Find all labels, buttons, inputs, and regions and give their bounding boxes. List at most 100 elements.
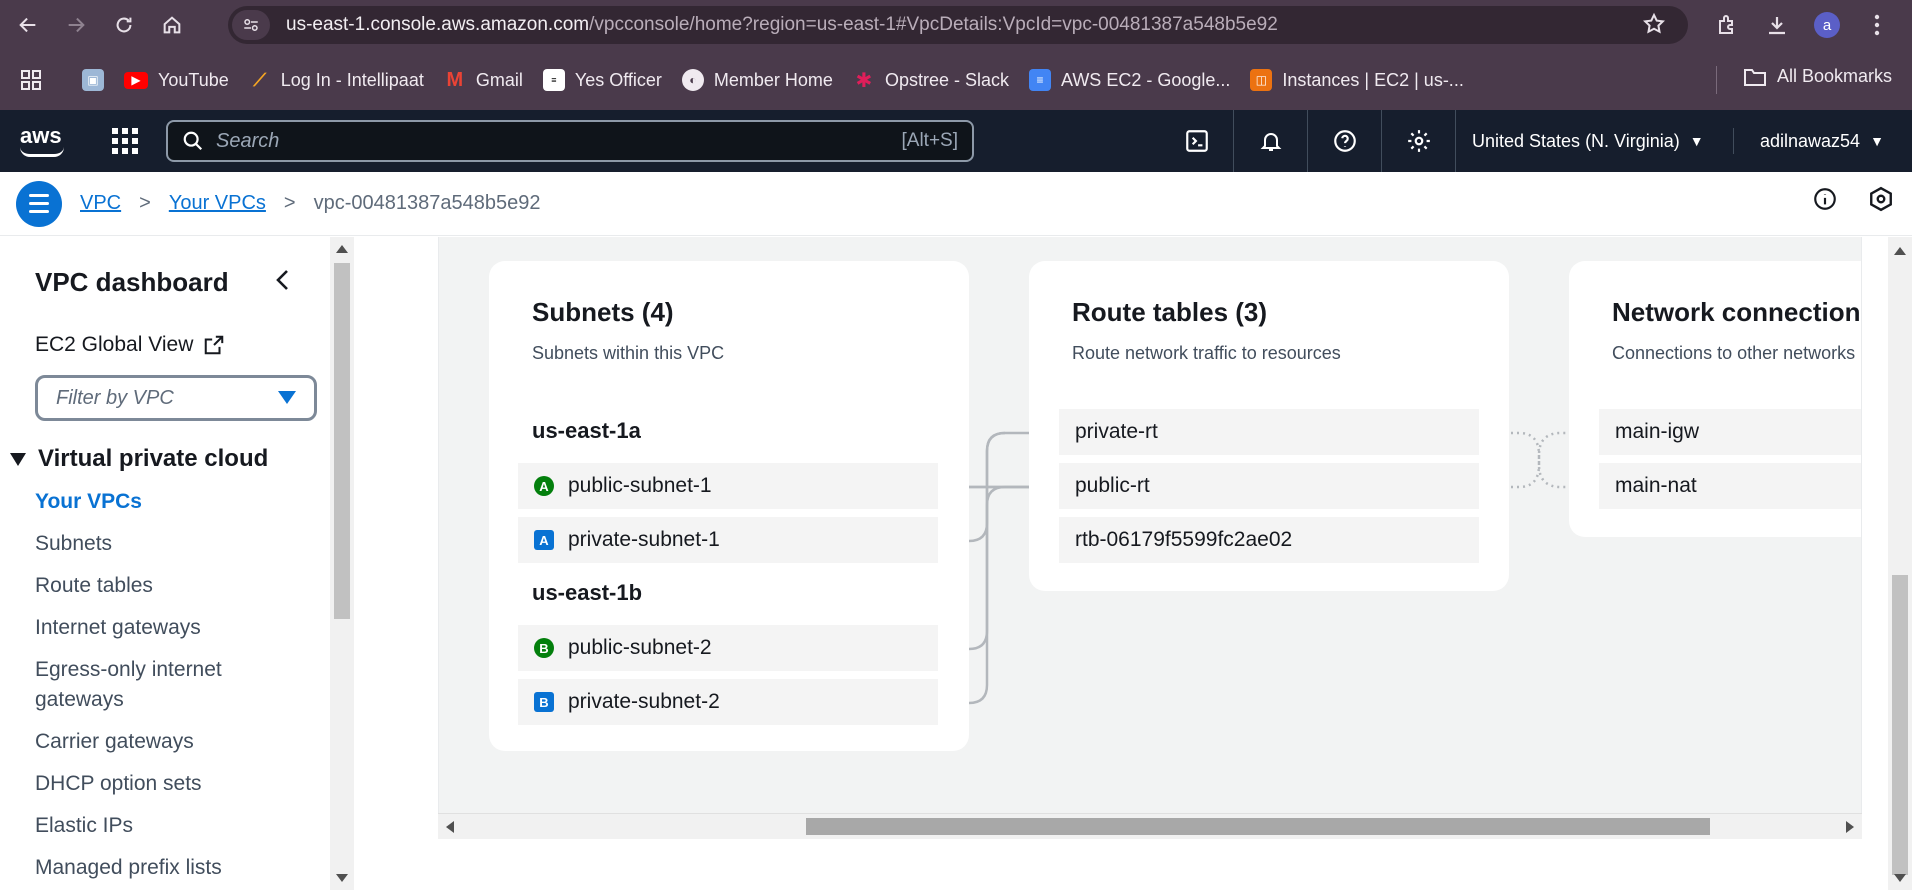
services-grid-icon[interactable]: [110, 126, 140, 156]
breadcrumb-vpc[interactable]: VPC: [80, 192, 121, 215]
help-icon[interactable]: [1308, 110, 1382, 172]
cloudshell-icon[interactable]: [1160, 110, 1234, 172]
filter-by-vpc-select[interactable]: Filter by VPC: [35, 375, 317, 421]
sidebar-item-route-tables[interactable]: Route tables: [35, 571, 305, 601]
bookmark-instances[interactable]: ◫ Instances | EC2 | us-...: [1250, 69, 1464, 91]
sidebar-item-egress-only-gateways[interactable]: Egress-only internet gateways: [35, 655, 305, 715]
bookmark-yes-officer[interactable]: ≡ Yes Officer: [542, 69, 662, 91]
youtube-icon: ▶: [124, 71, 148, 89]
network-connections-card: Network connection Connections to other …: [1569, 261, 1861, 537]
all-bookmarks[interactable]: All Bookmarks: [1743, 66, 1892, 87]
resource-map-horizontal-scrollbar[interactable]: [438, 813, 1862, 839]
side-navigation: VPC dashboard EC2 Global View Filter by …: [0, 237, 330, 890]
bookmark-member-home[interactable]: ◐ Member Home: [681, 69, 833, 91]
forward-icon[interactable]: [56, 5, 96, 45]
apps-icon[interactable]: [20, 69, 42, 91]
extensions-icon[interactable]: [1706, 4, 1748, 46]
sidebar-item-elastic-ips[interactable]: Elastic IPs: [35, 811, 305, 841]
caret-down-icon: ▼: [1870, 133, 1884, 149]
browser-menu-icon[interactable]: [1856, 4, 1898, 46]
slack-icon: ✱: [855, 69, 873, 92]
back-icon[interactable]: [8, 5, 48, 45]
subnets-subtitle: Subnets within this VPC: [532, 343, 725, 363]
network-connections-title: Network connection: [1612, 297, 1861, 327]
az-label-us-east-1b: us-east-1b: [532, 580, 643, 605]
route-table-row-public-rt[interactable]: public-rt: [1059, 463, 1479, 509]
bookmark-aws-ec2-doc[interactable]: ≡ AWS EC2 - Google...: [1028, 69, 1230, 91]
bookmark-slack[interactable]: ✱ Opstree - Slack: [853, 69, 1009, 92]
site-info-icon[interactable]: [232, 10, 270, 40]
aws-logo[interactable]: aws: [18, 123, 66, 159]
sidebar-scrollbar[interactable]: [330, 237, 354, 890]
connection-row-main-nat[interactable]: main-nat: [1599, 463, 1861, 509]
scrollbar-thumb[interactable]: [334, 263, 350, 619]
external-link-icon: [205, 335, 224, 355]
scroll-up-arrow-icon[interactable]: [336, 245, 348, 253]
aws-smile-icon: [20, 147, 64, 157]
yes-officer-icon: ≡: [542, 69, 565, 91]
search-placeholder: Search: [216, 129, 280, 152]
intellipaat-icon: ⟋: [253, 69, 267, 90]
sidebar-item-internet-gateways[interactable]: Internet gateways: [35, 613, 305, 643]
search-input[interactable]: Search [Alt+S]: [166, 120, 974, 162]
chevron-right-icon: >: [139, 192, 151, 214]
profile-avatar[interactable]: a: [1806, 4, 1848, 46]
public-subnet-badge: B: [534, 638, 554, 658]
account-menu[interactable]: adilnawaz54 ▼: [1760, 110, 1884, 172]
info-icon[interactable]: [1812, 186, 1838, 217]
chevron-right-icon: >: [283, 192, 296, 214]
collapse-sidebar-icon[interactable]: [272, 267, 294, 298]
search-icon: [183, 131, 203, 151]
gmail-icon: M: [446, 68, 464, 91]
aws-ec2-icon: ◫: [1250, 69, 1273, 91]
breadcrumb-bar: VPC > Your VPCs > vpc-00481387a548b5e92: [0, 172, 1912, 236]
subnet-row-public-subnet-2[interactable]: B public-subnet-2: [518, 625, 938, 671]
scroll-left-arrow-icon[interactable]: [446, 821, 454, 833]
subnet-row-private-subnet-1[interactable]: A private-subnet-1: [518, 517, 938, 563]
sidebar-section-virtual-private-cloud[interactable]: Virtual private cloud: [10, 445, 268, 473]
subnet-row-private-subnet-2[interactable]: B private-subnet-2: [518, 679, 938, 725]
home-icon[interactable]: [152, 5, 192, 45]
sidebar-item-your-vpcs[interactable]: Your VPCs: [35, 487, 305, 517]
scroll-right-arrow-icon[interactable]: [1846, 821, 1854, 833]
private-subnet-badge: B: [534, 692, 554, 712]
region-selector[interactable]: United States (N. Virginia) ▼: [1472, 110, 1704, 172]
public-subnet-badge: A: [534, 476, 554, 496]
route-tables-title: Route tables (3): [1072, 297, 1268, 327]
sidebar-item-carrier-gateways[interactable]: Carrier gateways: [35, 727, 305, 757]
route-table-row-default[interactable]: rtb-06179f5599fc2ae02: [1059, 517, 1479, 563]
breadcrumb: VPC > Your VPCs > vpc-00481387a548b5e92: [80, 192, 540, 215]
sidebar-item-managed-prefix-lists[interactable]: Managed prefix lists: [35, 853, 305, 883]
scroll-down-arrow-icon[interactable]: [336, 874, 348, 882]
sidebar-item-ec2-global-view[interactable]: EC2 Global View: [35, 333, 225, 357]
bookmark-intellipaat[interactable]: ⟋ Log In - Intellipaat: [249, 69, 423, 91]
feedback-hexagon-icon[interactable]: [1868, 186, 1894, 217]
bookmark-star-icon[interactable]: [1642, 12, 1666, 41]
download-icon[interactable]: [1756, 4, 1798, 46]
address-bar[interactable]: us-east-1.console.aws.amazon.com/vpccons…: [228, 6, 1688, 44]
bookmark-image-icon[interactable]: ▣: [82, 69, 104, 91]
notifications-bell-icon[interactable]: [1234, 110, 1308, 172]
scroll-down-arrow-icon[interactable]: [1894, 874, 1906, 882]
breadcrumb-your-vpcs[interactable]: Your VPCs: [169, 192, 266, 215]
route-table-row-private-rt[interactable]: private-rt: [1059, 409, 1479, 455]
network-connections-subtitle: Connections to other networks: [1612, 343, 1856, 363]
subnets-card: Subnets (4) Subnets within this VPC us-e…: [489, 261, 969, 751]
settings-gear-icon[interactable]: [1382, 110, 1456, 172]
scrollbar-thumb[interactable]: [806, 818, 1710, 835]
route-tables-card: Route tables (3) Route network traffic t…: [1029, 261, 1509, 591]
bookmark-youtube[interactable]: ▶ YouTube: [124, 70, 229, 91]
url-text[interactable]: us-east-1.console.aws.amazon.com/vpccons…: [286, 14, 1278, 36]
bookmark-gmail[interactable]: M Gmail: [444, 69, 523, 91]
sidebar-item-dhcp-option-sets[interactable]: DHCP option sets: [35, 769, 305, 799]
subnet-row-public-subnet-1[interactable]: A public-subnet-1: [518, 463, 938, 509]
sidebar-title[interactable]: VPC dashboard: [35, 267, 229, 298]
scrollbar-thumb[interactable]: [1892, 575, 1908, 875]
scroll-up-arrow-icon[interactable]: [1894, 247, 1906, 255]
connection-row-main-igw[interactable]: main-igw: [1599, 409, 1861, 455]
side-nav-toggle-icon[interactable]: [16, 180, 62, 227]
page-scrollbar[interactable]: [1888, 237, 1912, 890]
sidebar-item-subnets[interactable]: Subnets: [35, 529, 305, 559]
folder-icon: [1743, 68, 1766, 86]
reload-icon[interactable]: [104, 5, 144, 45]
